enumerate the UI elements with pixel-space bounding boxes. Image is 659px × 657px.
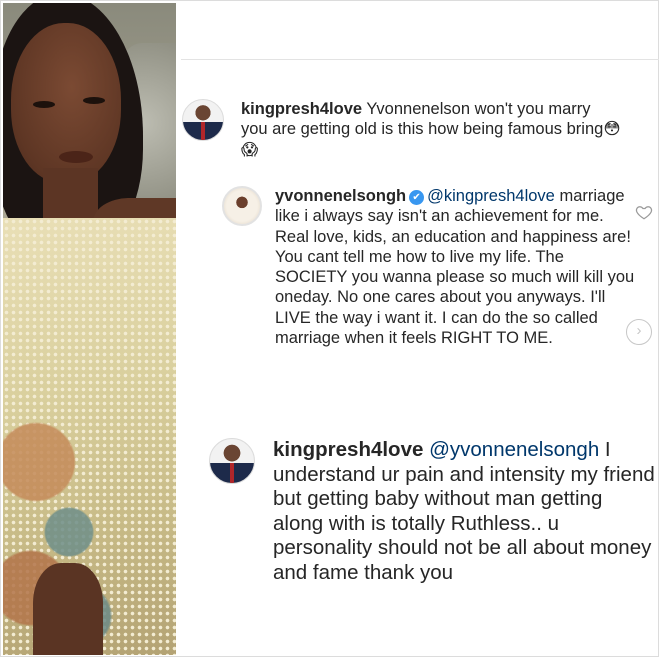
comment-mention[interactable]: @yvonnenelsongh xyxy=(429,438,599,461)
comment-body: kingpresh4love Yvonnenelson won't you ma… xyxy=(241,99,621,160)
comment-mention[interactable]: @kingpresh4love xyxy=(427,187,555,205)
comments-panel: kingpresh4love Yvonnenelson won't you ma… xyxy=(181,1,659,657)
profile-photo xyxy=(3,3,176,655)
avatar[interactable] xyxy=(222,186,262,226)
comment-text: marriage like i always say isn't an achi… xyxy=(275,187,635,347)
comment-username[interactable]: kingpresh4love xyxy=(241,100,362,118)
photo-face xyxy=(11,23,121,183)
header-divider xyxy=(181,59,659,60)
photo-lips xyxy=(59,151,93,163)
avatar[interactable] xyxy=(182,99,224,141)
comment-username[interactable]: yvonnenelsongh xyxy=(275,187,406,205)
next-arrow-icon[interactable]: › xyxy=(626,319,652,345)
comment-username[interactable]: kingpresh4love xyxy=(273,438,423,461)
photo-eye xyxy=(33,101,55,108)
comment-body: kingpresh4love @yvonnenelsongh I underst… xyxy=(273,438,658,586)
verified-badge-icon: ✔ xyxy=(409,190,425,205)
heart-outline-icon[interactable] xyxy=(635,203,653,221)
photo-arm xyxy=(33,563,103,655)
screenshot-frame: kingpresh4love Yvonnenelson won't you ma… xyxy=(0,0,659,657)
photo-eye xyxy=(83,97,105,104)
avatar[interactable] xyxy=(209,438,255,484)
comment-body: yvonnenelsongh ✔ @kingpresh4love marriage … xyxy=(275,186,635,348)
